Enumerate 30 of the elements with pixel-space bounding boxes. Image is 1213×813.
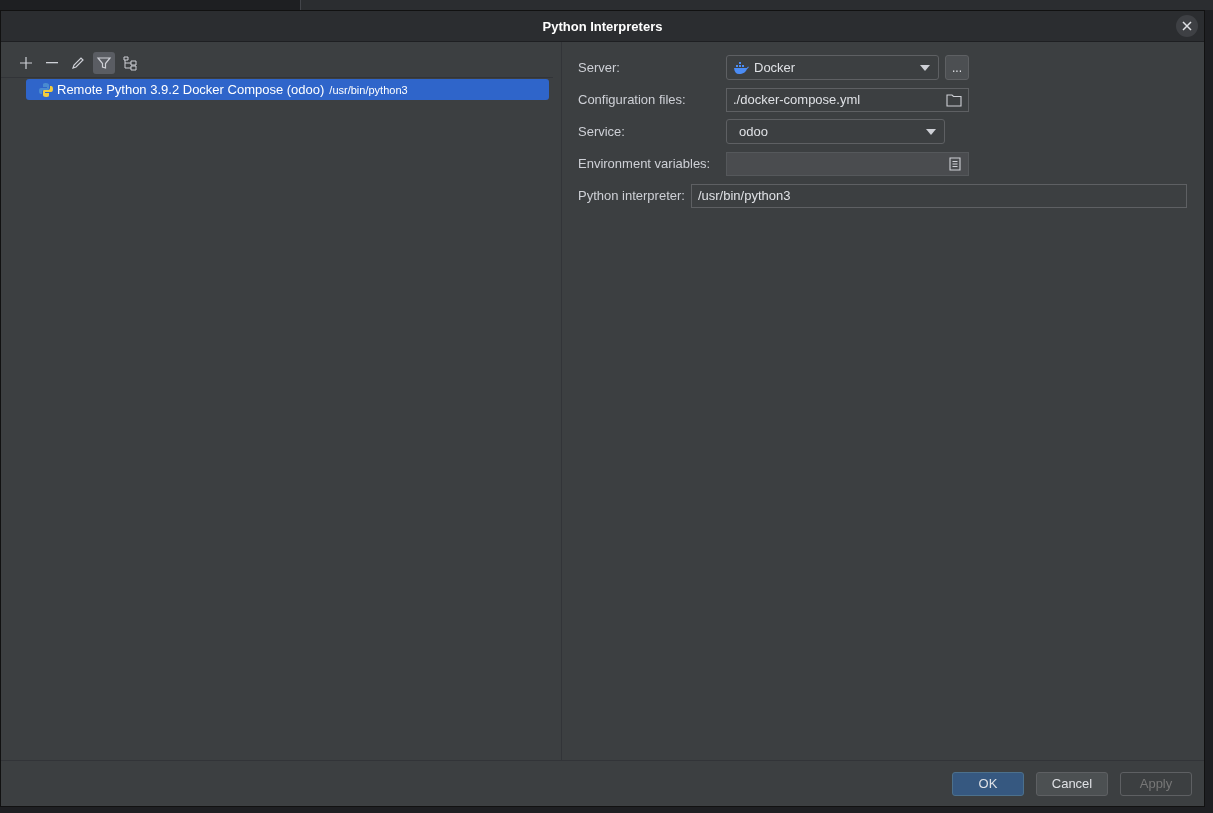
interpreter-name: Remote Python 3.9.2 Docker Compose (odoo) xyxy=(57,82,325,97)
minus-icon xyxy=(46,62,58,64)
filter-button[interactable] xyxy=(93,52,115,74)
interpreter-path: /usr/bin/python3 xyxy=(329,83,408,96)
pencil-icon xyxy=(70,55,86,71)
dropdown[interactable]: Docker xyxy=(726,55,939,80)
window-title: Python Interpreters xyxy=(542,18,663,34)
folder-icon xyxy=(946,92,962,107)
field-label: Service: xyxy=(578,124,626,139)
tree-icon xyxy=(122,55,138,71)
filter-icon xyxy=(96,55,112,71)
whale-icon xyxy=(733,60,749,75)
field-label: Python interpreter: xyxy=(578,188,685,203)
close-icon xyxy=(1182,21,1192,31)
field-label: Server: xyxy=(578,60,621,75)
file-field[interactable]: ./docker-compose.yml xyxy=(726,87,969,112)
field-label: Environment variables: xyxy=(578,156,712,171)
plus-icon xyxy=(18,55,34,71)
input-field[interactable]: /usr/bin/python3 xyxy=(690,183,1187,208)
cancel-button[interactable]: Cancel xyxy=(1036,771,1108,796)
field-label: Configuration files: xyxy=(578,92,687,107)
ok-button[interactable]: OK xyxy=(952,771,1024,796)
python-icon xyxy=(38,81,54,98)
interpreter-item[interactable]: Remote Python 3.9.2 Docker Compose (odoo) /usr/bin/python3 xyxy=(26,79,549,100)
dropdown[interactable]: odoo xyxy=(726,119,945,144)
caret-icon xyxy=(920,64,930,71)
more-button[interactable]: ... xyxy=(945,55,969,80)
document-icon xyxy=(948,156,962,171)
close-button[interactable] xyxy=(1176,15,1198,37)
caret-icon xyxy=(926,128,936,135)
